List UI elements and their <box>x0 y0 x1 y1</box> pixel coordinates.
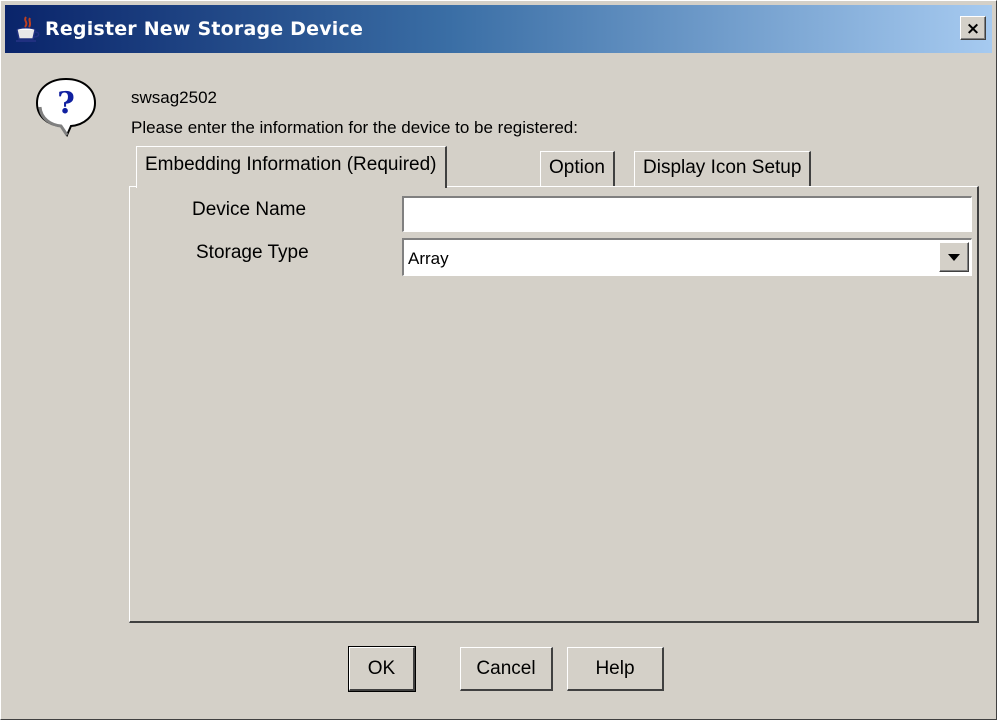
cancel-button[interactable]: Cancel <box>460 647 553 691</box>
chevron-down-icon <box>948 254 960 261</box>
title-bar[interactable]: Register New Storage Device × <box>5 5 992 53</box>
window-title: Register New Storage Device <box>45 18 364 40</box>
tab-embedding-information[interactable]: Embedding Information (Required) <box>136 146 447 188</box>
storage-type-label: Storage Type <box>196 242 309 263</box>
tab-panel: Device Name Storage Type Array <box>129 186 979 623</box>
device-id-label: swsag2502 <box>131 88 218 107</box>
dropdown-arrow-button[interactable] <box>939 242 969 272</box>
tab-option[interactable]: Option <box>540 151 615 186</box>
java-cup-icon <box>16 16 40 42</box>
prompt-message: Please enter the information for the dev… <box>131 118 578 137</box>
close-button[interactable]: × <box>960 16 986 40</box>
tab-display-icon-setup[interactable]: Display Icon Setup <box>634 151 812 186</box>
help-button[interactable]: Help <box>567 647 664 691</box>
storage-type-value: Array <box>408 249 449 268</box>
close-icon: × <box>965 19 981 39</box>
ok-button[interactable]: OK <box>348 646 416 692</box>
device-name-input[interactable] <box>402 196 972 232</box>
dialog-window: Register New Storage Device × ? swsag250… <box>0 0 997 720</box>
question-icon: ? <box>35 77 97 138</box>
device-name-label: Device Name <box>192 199 307 220</box>
svg-text:?: ? <box>57 86 75 121</box>
storage-type-select[interactable]: Array <box>402 238 972 276</box>
